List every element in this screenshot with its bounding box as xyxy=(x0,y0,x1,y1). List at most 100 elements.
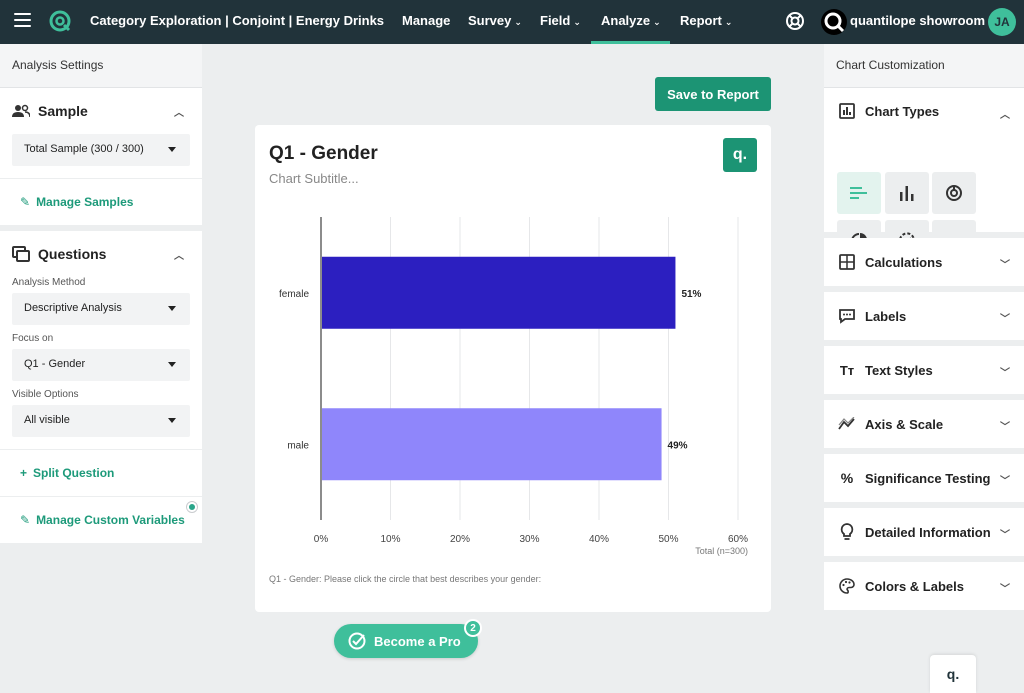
horizontal-bar-chart-type-button[interactable] xyxy=(837,172,881,214)
chevron-down-icon: ﹀ xyxy=(1000,530,1010,541)
focus-question-select[interactable]: Q1 - Gender xyxy=(12,349,190,381)
select-value: Descriptive Analysis xyxy=(24,302,122,314)
menu-icon[interactable] xyxy=(14,13,31,27)
category-label: male xyxy=(287,440,309,451)
chart-types-section: Chart Types ︿ xyxy=(824,88,1024,262)
section-title: Labels xyxy=(865,308,907,324)
caret-down-icon xyxy=(168,147,176,152)
vertical-bar-chart-type-button[interactable] xyxy=(885,172,929,214)
x-tick-label: 40% xyxy=(589,534,609,545)
sample-section-header[interactable]: Sample ︿ xyxy=(0,88,202,134)
select-value: All visible xyxy=(24,414,70,426)
panel-title: Analysis Settings xyxy=(0,44,202,88)
section-title: Calculations xyxy=(865,254,943,270)
x-tick-label: 10% xyxy=(380,534,400,545)
significance-testing-section[interactable]: % Significance Testing ﹀ xyxy=(824,454,1024,502)
caret-down-icon xyxy=(168,418,176,423)
total-sample-label: Total (n=300) xyxy=(695,546,748,556)
questions-section: Questions ︿ Analysis Method Descriptive … xyxy=(0,231,202,549)
bar-chart-icon xyxy=(838,102,856,120)
chart-types-header[interactable]: Chart Types ︿ xyxy=(824,88,1024,134)
chevron-down-icon: ﹀ xyxy=(1000,422,1010,433)
panel-title: Chart Customization xyxy=(824,44,1024,88)
link-label: Split Question xyxy=(33,466,115,480)
chevron-down-icon: ﹀ xyxy=(1000,314,1010,325)
section-title: Sample xyxy=(38,103,88,119)
chevron-down-icon: ﹀ xyxy=(1000,476,1010,487)
calculations-section[interactable]: Calculations ﹀ xyxy=(824,238,1024,286)
link-label: Manage Samples xyxy=(36,195,134,209)
nav-field[interactable]: Field ⌄ xyxy=(540,13,581,28)
chart-footnote: Q1 - Gender: Please click the circle tha… xyxy=(269,574,542,584)
select-value: Q1 - Gender xyxy=(24,358,86,370)
detailed-information-section[interactable]: Detailed Information ﹀ xyxy=(824,508,1024,556)
bar-chart: 0% 10% 20% 30% 40% 50% 60%Total (n=300) female 5… xyxy=(279,217,748,556)
manage-custom-variables-link[interactable]: ✎ Manage Custom Variables xyxy=(0,497,202,543)
chart-customization-panel: Chart Customization Chart Types ︿ Calcul… xyxy=(824,44,1024,693)
lifebuoy-help-icon[interactable] xyxy=(785,11,805,31)
nav-analyze[interactable]: Analyze ⌄ xyxy=(601,13,661,28)
plus-icon: + xyxy=(20,466,28,480)
become-a-pro-button[interactable]: Become a Pro xyxy=(334,624,478,658)
check-circle-icon xyxy=(348,632,366,650)
chevron-down-icon: ⌄ xyxy=(573,17,581,27)
text-styles-section[interactable]: Tт Text Styles ﹀ xyxy=(824,346,1024,394)
calculator-icon xyxy=(838,253,856,271)
save-to-report-button[interactable]: Save to Report xyxy=(655,77,771,111)
axis-scale-section[interactable]: Axis & Scale ﹀ xyxy=(824,400,1024,448)
chevron-down-icon: ⌄ xyxy=(514,17,522,27)
notification-badge: 2 xyxy=(464,619,482,637)
workspace-logo-icon[interactable] xyxy=(820,8,848,36)
workspace-name[interactable]: quantilope showroom xyxy=(850,13,985,28)
donut-chart-type-button[interactable] xyxy=(932,172,976,214)
palette-icon xyxy=(838,577,856,595)
section-title: Colors & Labels xyxy=(865,578,964,594)
nav-manage[interactable]: Manage xyxy=(402,13,450,28)
colors-labels-section[interactable]: Colors & Labels ﹀ xyxy=(824,562,1024,610)
split-question-link[interactable]: + Split Question xyxy=(0,450,202,496)
horizontal-bars-icon xyxy=(850,187,867,199)
chevron-up-icon[interactable]: ︿ xyxy=(174,104,184,119)
data-label: 49% xyxy=(668,440,688,451)
project-title: Category Exploration | Conjoint | Energy… xyxy=(90,13,385,28)
donut-icon xyxy=(946,185,962,201)
labels-section[interactable]: Labels ﹀ xyxy=(824,292,1024,340)
category-label: female xyxy=(279,289,309,300)
percent-icon: % xyxy=(840,470,854,486)
questions-section-header[interactable]: Questions ︿ xyxy=(0,231,202,277)
analysis-method-select[interactable]: Descriptive Analysis xyxy=(12,293,190,325)
caret-down-icon xyxy=(168,306,176,311)
nav-survey[interactable]: Survey ⌄ xyxy=(468,13,522,28)
chevron-down-icon: ⌄ xyxy=(724,17,733,27)
chevron-down-icon: ⌄ xyxy=(653,17,661,27)
visible-options-select[interactable]: All visible xyxy=(12,405,190,437)
x-tick-label: 20% xyxy=(450,534,470,545)
sample-section: Sample ︿ Total Sample (300 / 300) ✎ Mana… xyxy=(0,88,202,231)
speech-bubble-icon xyxy=(838,307,856,325)
lightbulb-icon xyxy=(838,523,856,541)
section-title: Detailed Information xyxy=(865,524,991,540)
axis-scale-icon xyxy=(838,415,856,433)
section-title: Significance Testing xyxy=(865,470,991,486)
text-styles-icon: Tт xyxy=(839,362,855,378)
chart-canvas-area: Save to Report Q1 - Gender Chart Subtitl… xyxy=(202,44,824,693)
quantilope-logo-icon[interactable] xyxy=(48,9,72,33)
analysis-method-label: Analysis Method xyxy=(12,277,86,288)
x-tick-label: 60% xyxy=(728,534,748,545)
nav-report[interactable]: Report ⌄ xyxy=(680,13,732,28)
x-tick-label: 50% xyxy=(658,534,678,545)
caret-down-icon xyxy=(168,362,176,367)
sample-select[interactable]: Total Sample (300 / 300) xyxy=(12,134,190,166)
user-avatar[interactable]: JA xyxy=(988,8,1016,36)
pencil-icon: ✎ xyxy=(20,195,31,209)
chevron-up-icon[interactable]: ︿ xyxy=(174,247,184,262)
data-label: 51% xyxy=(681,289,701,300)
manage-samples-link[interactable]: ✎ Manage Samples xyxy=(0,179,202,225)
vertical-bars-icon xyxy=(900,186,914,201)
top-navigation-bar: Category Exploration | Conjoint | Energy… xyxy=(0,0,1024,44)
section-title: Questions xyxy=(38,246,107,262)
chat-widget-button[interactable]: q. xyxy=(930,655,976,693)
chevron-down-icon: ﹀ xyxy=(1000,584,1010,595)
select-value: Total Sample (300 / 300) xyxy=(24,143,144,155)
x-tick-label: 0% xyxy=(314,534,329,545)
